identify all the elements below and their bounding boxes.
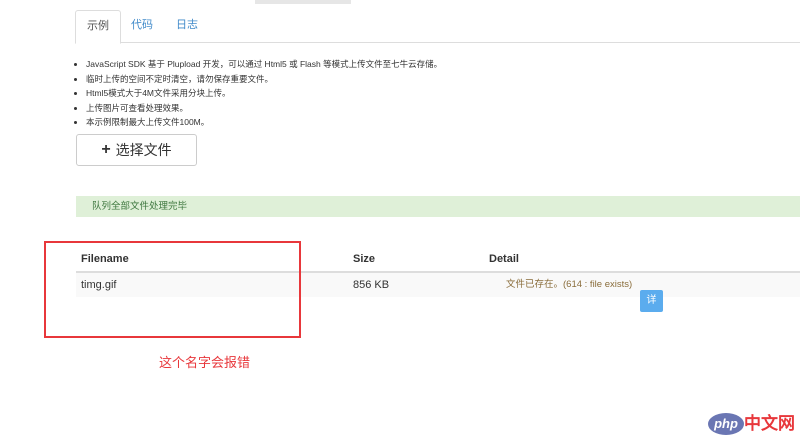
annotation-text: 这个名字会报错	[159, 355, 251, 370]
watermark-text: 中文网	[744, 414, 795, 433]
note-item: JavaScript SDK 基于 Plupload 开发，可以通过 Html5…	[86, 57, 442, 72]
note-item: 上传图片可查看处理效果。	[86, 101, 442, 116]
tab-log[interactable]: 日志	[165, 10, 209, 41]
annotation-box	[44, 241, 301, 338]
header-detail: Detail	[489, 253, 519, 265]
notes-list: JavaScript SDK 基于 Plupload 开发，可以通过 Html5…	[75, 57, 442, 130]
queue-status-alert: 队列全部文件处理完毕	[76, 196, 800, 217]
watermark-logo: php 中文网	[708, 412, 796, 436]
detail-button[interactable]: 详	[640, 290, 663, 312]
cell-size: 856 KB	[353, 279, 390, 291]
select-file-button[interactable]: + 选择文件	[76, 134, 197, 166]
tab-code[interactable]: 代码	[120, 10, 164, 41]
note-item: 临时上传的空间不定时清空，请勿保存重要文件。	[86, 72, 442, 87]
top-scroll-indicator	[255, 0, 351, 4]
tab-example[interactable]: 示例	[75, 10, 121, 44]
select-file-label: 选择文件	[115, 142, 172, 158]
plus-icon: +	[101, 141, 111, 158]
tab-bar: 示例 代码 日志	[75, 10, 800, 44]
cell-detail: 文件已存在。(614 : file exists)	[506, 279, 633, 290]
php-logo-icon: php	[708, 413, 744, 435]
note-item: 本示例限制最大上传文件100M。	[86, 115, 442, 130]
note-item: Html5模式大于4M文件采用分块上传。	[86, 86, 442, 101]
header-size: Size	[353, 253, 376, 265]
